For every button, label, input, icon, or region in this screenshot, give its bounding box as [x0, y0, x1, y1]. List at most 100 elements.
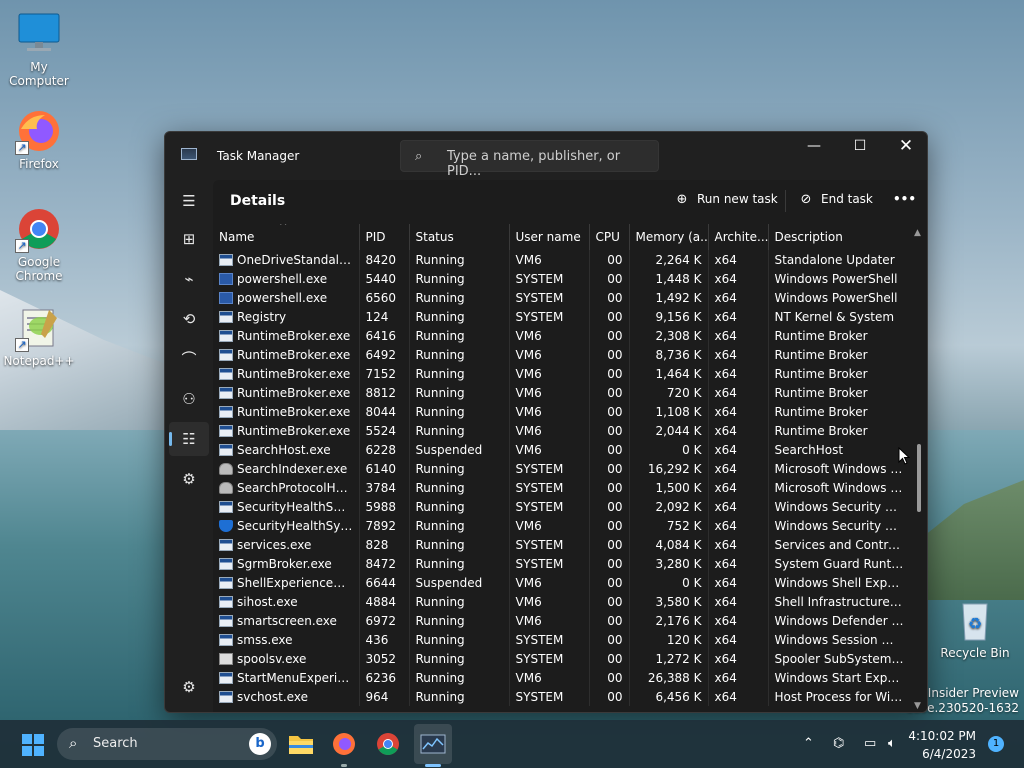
users-icon[interactable]: ⚇: [169, 382, 209, 416]
network-disconnected-icon[interactable]: ⌬: [833, 736, 844, 751]
cell-description: Microsoft Windows Se...: [768, 459, 910, 478]
table-row[interactable]: RuntimeBroker.exe 5524 Running VM6 00 2,044 K…: [213, 421, 910, 440]
table-row[interactable]: Registry 124 Running SYSTEM 00 9,156 Kx64 NT K…: [213, 307, 910, 326]
title-bar[interactable]: Task Manager ⌕ Type a name, publisher, o…: [165, 132, 927, 180]
desktop-icon-recycle-bin[interactable]: ♻ Recycle Bin: [936, 596, 1014, 660]
cell-status: Running: [409, 478, 510, 497]
table-row[interactable]: powershell.exe 5440 Running SYSTEM 00 1,448 K…: [213, 269, 910, 288]
clock[interactable]: 4:10:02 PM 6/4/2023: [908, 727, 976, 763]
end-task-button[interactable]: ⊘ End task: [797, 192, 873, 207]
column-header-name[interactable]: ^ Name: [213, 224, 360, 250]
app-history-icon[interactable]: ⟲: [169, 302, 209, 336]
table-row[interactable]: RuntimeBroker.exe 7152 Running VM6 00 1,464 K…: [213, 364, 910, 383]
process-user-icon: [219, 462, 233, 475]
table-row[interactable]: OneDriveStandalone...8420RunningVM6002,2…: [213, 250, 910, 269]
end-task-icon: ⊘: [800, 192, 812, 207]
cell-user-name: VM6: [509, 516, 590, 535]
search-box[interactable]: ⌕ Type a name, publisher, or PID...: [400, 140, 659, 179]
taskbar-search-box[interactable]: ⌕ Search b: [57, 728, 277, 760]
cell-cpu: 00: [589, 668, 630, 687]
cell-user-name: VM6: [509, 402, 590, 421]
column-header-cpu[interactable]: CPU: [589, 224, 630, 250]
table-row[interactable]: RuntimeBroker.exe 8812 Running VM6 00 720 Kx6…: [213, 383, 910, 402]
table-row[interactable]: SecurityHealthServic...5988RunningSYSTEM…: [213, 497, 910, 516]
firefox-taskbar-icon[interactable]: [328, 728, 360, 760]
cell-user-name: SYSTEM: [509, 554, 590, 573]
volume-icon[interactable]: 🔈︎: [888, 736, 896, 751]
table-row[interactable]: ShellExperienceHost....6644SuspendedVM60…: [213, 573, 910, 592]
cell-status: Running: [409, 250, 510, 269]
show-hidden-icons-icon[interactable]: ⌃: [803, 736, 814, 751]
table-row[interactable]: RuntimeBroker.exe 6492 Running VM6 00 8,736 K…: [213, 345, 910, 364]
scroll-down-icon[interactable]: ▼: [914, 701, 921, 711]
cell-name: powershell.exe: [213, 269, 360, 288]
run-new-task-button[interactable]: ⊕ Run new task: [673, 192, 778, 207]
cell-pid: 124: [359, 307, 410, 326]
file-explorer-icon[interactable]: [285, 728, 317, 760]
minimize-button[interactable]: —: [791, 132, 837, 162]
close-button[interactable]: ✕: [883, 132, 927, 162]
performance-icon[interactable]: ⌁: [169, 262, 209, 296]
table-row[interactable]: smartscreen.exe 6972 Running VM6 00 2,176 Kx6…: [213, 611, 910, 630]
table-row[interactable]: SearchHost.exe 6228 Suspended VM6 00 0 Kx64 Se…: [213, 440, 910, 459]
table-row[interactable]: SearchProtocolHost.... 3784 Running SYSTEM 0…: [213, 478, 910, 497]
table-row[interactable]: SearchIndexer.exe 6140 Running SYSTEM 00 16,2…: [213, 459, 910, 478]
cell-name: RuntimeBroker.exe: [213, 345, 360, 364]
cell-cpu: 00: [589, 421, 630, 440]
column-header-pid[interactable]: PID: [359, 224, 410, 250]
table-row[interactable]: RuntimeBroker.exe 8044 Running VM6 00 1,108 K…: [213, 402, 910, 421]
scroll-up-icon[interactable]: ▲: [914, 228, 921, 238]
cell-name: sihost.exe: [213, 592, 360, 611]
cell-architecture: x64: [708, 326, 769, 345]
table-row[interactable]: services.exe 828 Running SYSTEM 00 4,084 Kx64…: [213, 535, 910, 554]
process-app-icon: [219, 633, 233, 646]
desktop-icon-google-chrome[interactable]: ↗ Google Chrome: [0, 205, 78, 283]
process-app-icon: [219, 329, 233, 342]
settings-icon[interactable]: ⚙: [169, 670, 209, 704]
cell-name: RuntimeBroker.exe: [213, 364, 360, 383]
notification-badge[interactable]: 1: [988, 736, 1004, 752]
desktop-icon-notepad-plus-plus[interactable]: ↗ Notepad++: [0, 304, 78, 368]
cell-status: Running: [409, 554, 510, 573]
cell-description: Windows PowerShell: [768, 269, 910, 288]
table-row[interactable]: SecurityHealthSystra...7892RunningVM6007…: [213, 516, 910, 535]
hamburger-icon[interactable]: ☰: [169, 184, 209, 218]
vertical-scrollbar[interactable]: ▲ ▼: [910, 224, 927, 712]
column-header-user-name[interactable]: User name: [509, 224, 590, 250]
startup-apps-icon[interactable]: ⌒: [169, 342, 209, 376]
table-row[interactable]: sihost.exe 4884 Running VM6 00 3,580 Kx64 Shel…: [213, 592, 910, 611]
scroll-thumb[interactable]: [917, 444, 921, 512]
cell-name: OneDriveStandalone...: [213, 250, 360, 269]
table-row[interactable]: svchost.exe 964 Running SYSTEM 00 6,456 Kx64 H…: [213, 687, 910, 706]
maximize-button[interactable]: ☐: [837, 132, 883, 162]
cell-cpu: 00: [589, 326, 630, 345]
bing-icon[interactable]: b: [249, 733, 271, 755]
desktop-icon-firefox[interactable]: ↗ Firefox: [0, 107, 78, 171]
table-row[interactable]: powershell.exe 6560 Running SYSTEM 00 1,492 K…: [213, 288, 910, 307]
display-icon[interactable]: ▭: [864, 736, 876, 751]
cell-memory: 4,084 K: [629, 535, 709, 554]
table-row[interactable]: spoolsv.exe 3052 Running SYSTEM 00 1,272 Kx64…: [213, 649, 910, 668]
column-header-status[interactable]: Status: [409, 224, 510, 250]
chrome-taskbar-icon[interactable]: [372, 728, 404, 760]
processes-icon[interactable]: ⊞: [169, 222, 209, 256]
search-input[interactable]: Type a name, publisher, or PID...: [447, 149, 658, 179]
column-header-description[interactable]: Description: [768, 224, 910, 250]
cell-description: Runtime Broker: [768, 364, 910, 383]
table-row[interactable]: SgrmBroker.exe 8472 Running SYSTEM 00 3,280 K…: [213, 554, 910, 573]
services-icon[interactable]: ⚙: [169, 462, 209, 496]
column-header-memory[interactable]: Memory (a...: [629, 224, 709, 250]
column-header-architecture[interactable]: Archite...: [708, 224, 769, 250]
table-row[interactable]: smss.exe 436 Running SYSTEM 00 120 Kx64 Window…: [213, 630, 910, 649]
details-icon[interactable]: ☷: [169, 422, 209, 456]
cell-architecture: x64: [708, 421, 769, 440]
start-button[interactable]: [22, 734, 44, 756]
task-manager-taskbar-button[interactable]: [414, 724, 452, 764]
desktop-icon-my-computer[interactable]: My Computer: [0, 10, 78, 88]
more-options-button[interactable]: •••: [893, 192, 916, 206]
cell-memory: 3,580 K: [629, 592, 709, 611]
table-row[interactable]: RuntimeBroker.exe 6416 Running VM6 00 2,308 K…: [213, 326, 910, 345]
cell-memory: 0 K: [629, 573, 709, 592]
cell-description: Runtime Broker: [768, 345, 910, 364]
table-row[interactable]: StartMenuExperienc... 6236 Running VM6 00 26,…: [213, 668, 910, 687]
